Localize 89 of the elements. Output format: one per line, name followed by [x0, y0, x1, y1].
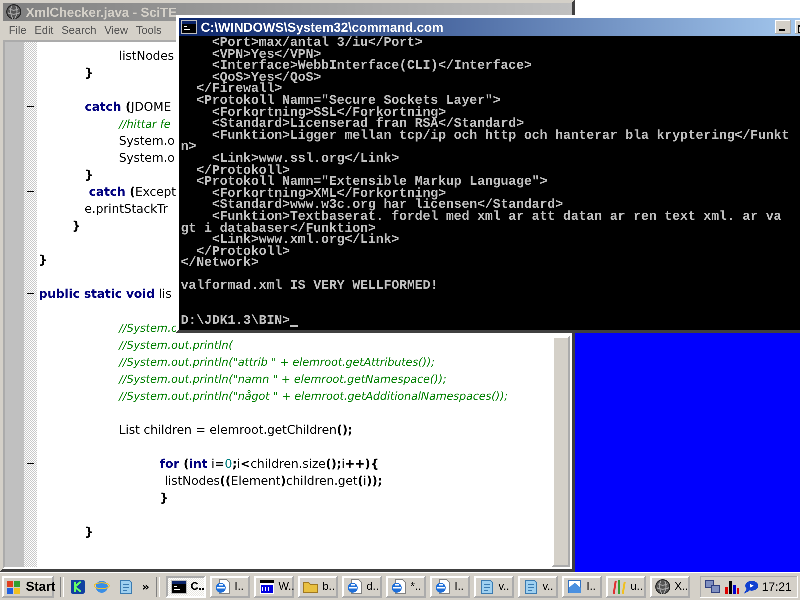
console-line: <Forkortning>XML</Forkortning>: [211, 188, 446, 200]
notepad-icon[interactable]: [118, 578, 134, 594]
console-line: <QoS>Yes</QoS>: [212, 72, 322, 84]
code-line: //System.out.println("namn " + elemroot.getNamespace());: [118, 372, 447, 386]
browser-icon[interactable]: [94, 578, 110, 594]
window-title: XmlChecker.java - SciTE: [26, 4, 178, 20]
code-line: System.o: [118, 134, 176, 148]
terminal-icon: [181, 19, 197, 35]
menu-item[interactable]: Search: [58, 24, 101, 36]
console-line: </Protokoll>: [196, 164, 290, 176]
cursor: [290, 324, 298, 327]
notepad-icon: [522, 578, 539, 594]
brushes-icon: [610, 578, 627, 594]
minimize-button[interactable]: [775, 20, 791, 34]
taskbar-button[interactable]: X..: [650, 576, 690, 598]
taskbar-button[interactable]: I..: [210, 576, 250, 598]
mail-icon: [566, 578, 583, 594]
code-line: catch (JDOME: [84, 100, 172, 114]
code-line: List children = elemroot.getChildren();: [118, 422, 353, 436]
network-icon[interactable]: [705, 578, 721, 594]
web-page-icon: [390, 578, 407, 594]
code-line: for (int i=0;i<children.size();i++){: [159, 456, 380, 470]
console-line: gt i databaser</Funktion>: [181, 222, 376, 234]
code-line: }: [84, 66, 94, 80]
console-line: <Protokoll Namn="Extensible Markup Language">: [196, 176, 549, 188]
clock: 17:21: [762, 580, 792, 594]
taskbar-button[interactable]: W..: [254, 576, 294, 598]
menu-item[interactable]: Tools: [132, 24, 166, 36]
notepad-icon: [478, 578, 495, 594]
overflow-chevron[interactable]: »: [142, 580, 150, 594]
taskbar-button[interactable]: C..: [166, 576, 206, 598]
code-line: }: [84, 524, 94, 538]
sphere-icon: [6, 4, 22, 20]
console-line: <Funktion>Textbaserat. fordel med xml ar att datan ar ren text xml. ar va: [212, 210, 783, 222]
taskbar-button[interactable]: v..: [474, 576, 514, 598]
console-line: <Link>www.ssl.org</Link>: [212, 152, 400, 165]
bars-icon[interactable]: [724, 578, 740, 594]
terminal-icon: [170, 578, 187, 594]
console-line: </Firewall>: [196, 83, 282, 95]
code-line: }: [84, 168, 94, 182]
console-line: <Link>www.xml.org</Link>: [212, 234, 400, 246]
menu-item[interactable]: Edit: [30, 24, 58, 36]
web-page-icon: [214, 578, 231, 594]
taskbar-button[interactable]: u..: [606, 576, 646, 598]
code-line: //System.out.println("attrib " + elemroot.getAttributes());: [118, 354, 436, 368]
command-prompt: D:\JDK1.3\BIN>: [181, 315, 290, 327]
taskbar-button[interactable]: v..: [518, 576, 558, 598]
taskbar-button[interactable]: I..: [430, 576, 470, 598]
web-page-icon: [346, 578, 363, 594]
taskbar-button[interactable]: b..: [298, 576, 338, 598]
menu-item[interactable]: File: [5, 24, 31, 36]
transfer-icon: [258, 578, 275, 594]
console-line: <Forkortning>SSL</Forkortning>: [211, 106, 446, 118]
code-line: listNodes((Element)children.get(i));: [164, 474, 382, 488]
code-line: e.printStackTr: [84, 202, 168, 216]
code-line: catch (Except: [88, 184, 176, 198]
console-line: <Standard>Licenserad fran RSA</Standard>: [211, 118, 524, 130]
code-line: //System.out.println("något " + elemroot.getAdditionalNamespaces());: [118, 388, 508, 402]
console-line: </Network>: [181, 257, 260, 269]
taskbar-button[interactable]: *..: [386, 576, 426, 598]
windows-flag-icon: [6, 578, 22, 594]
console-line: </Protokoll>: [196, 246, 290, 258]
taskbar-button[interactable]: d..: [342, 576, 382, 598]
code-line: }: [159, 490, 169, 504]
console-line: <Standard>www.w3c.org har licensen</Standard>: [211, 199, 564, 211]
menu-item[interactable]: View: [100, 24, 132, 36]
console-line: <Interface>WebbInterface(CLI)</Interface>: [211, 60, 534, 72]
code-line: public static void lis: [39, 286, 172, 300]
code-line: }: [39, 252, 48, 266]
console-line: <Funktion>Ligger mellan tcp/ip och http och hanterar bla kryptering</Funkt: [211, 130, 790, 142]
console-message: valformad.xml IS VERY WELLFORMED!: [181, 280, 440, 292]
code-line: //hittar fe: [118, 116, 171, 130]
speech-bubble-icon[interactable]: [743, 578, 759, 594]
code-line: //System.out.println(: [118, 338, 234, 352]
code-line: //System.o: [118, 320, 178, 334]
console-line: <Protokoll Namn="Secure Sockets Layer">: [196, 94, 502, 107]
code-line: System.o: [118, 150, 176, 164]
code-line: }: [71, 218, 81, 232]
taskbar-button[interactable]: I..: [562, 576, 602, 598]
scrollbar[interactable]: [552, 336, 570, 567]
code-line: listNodes: [118, 48, 174, 62]
console-line: <VPN>Yes</VPN>: [211, 48, 322, 60]
app-icon[interactable]: [70, 578, 86, 594]
console-line: <Port>max/antal 3/iu</Port>: [211, 37, 424, 49]
window-title: C:\WINDOWS\System32\command.com: [201, 20, 445, 34]
web-page-icon: [434, 578, 451, 594]
start-button[interactable]: Start: [2, 576, 54, 598]
sphere-icon: [654, 578, 671, 594]
console-line: n>: [181, 141, 198, 153]
